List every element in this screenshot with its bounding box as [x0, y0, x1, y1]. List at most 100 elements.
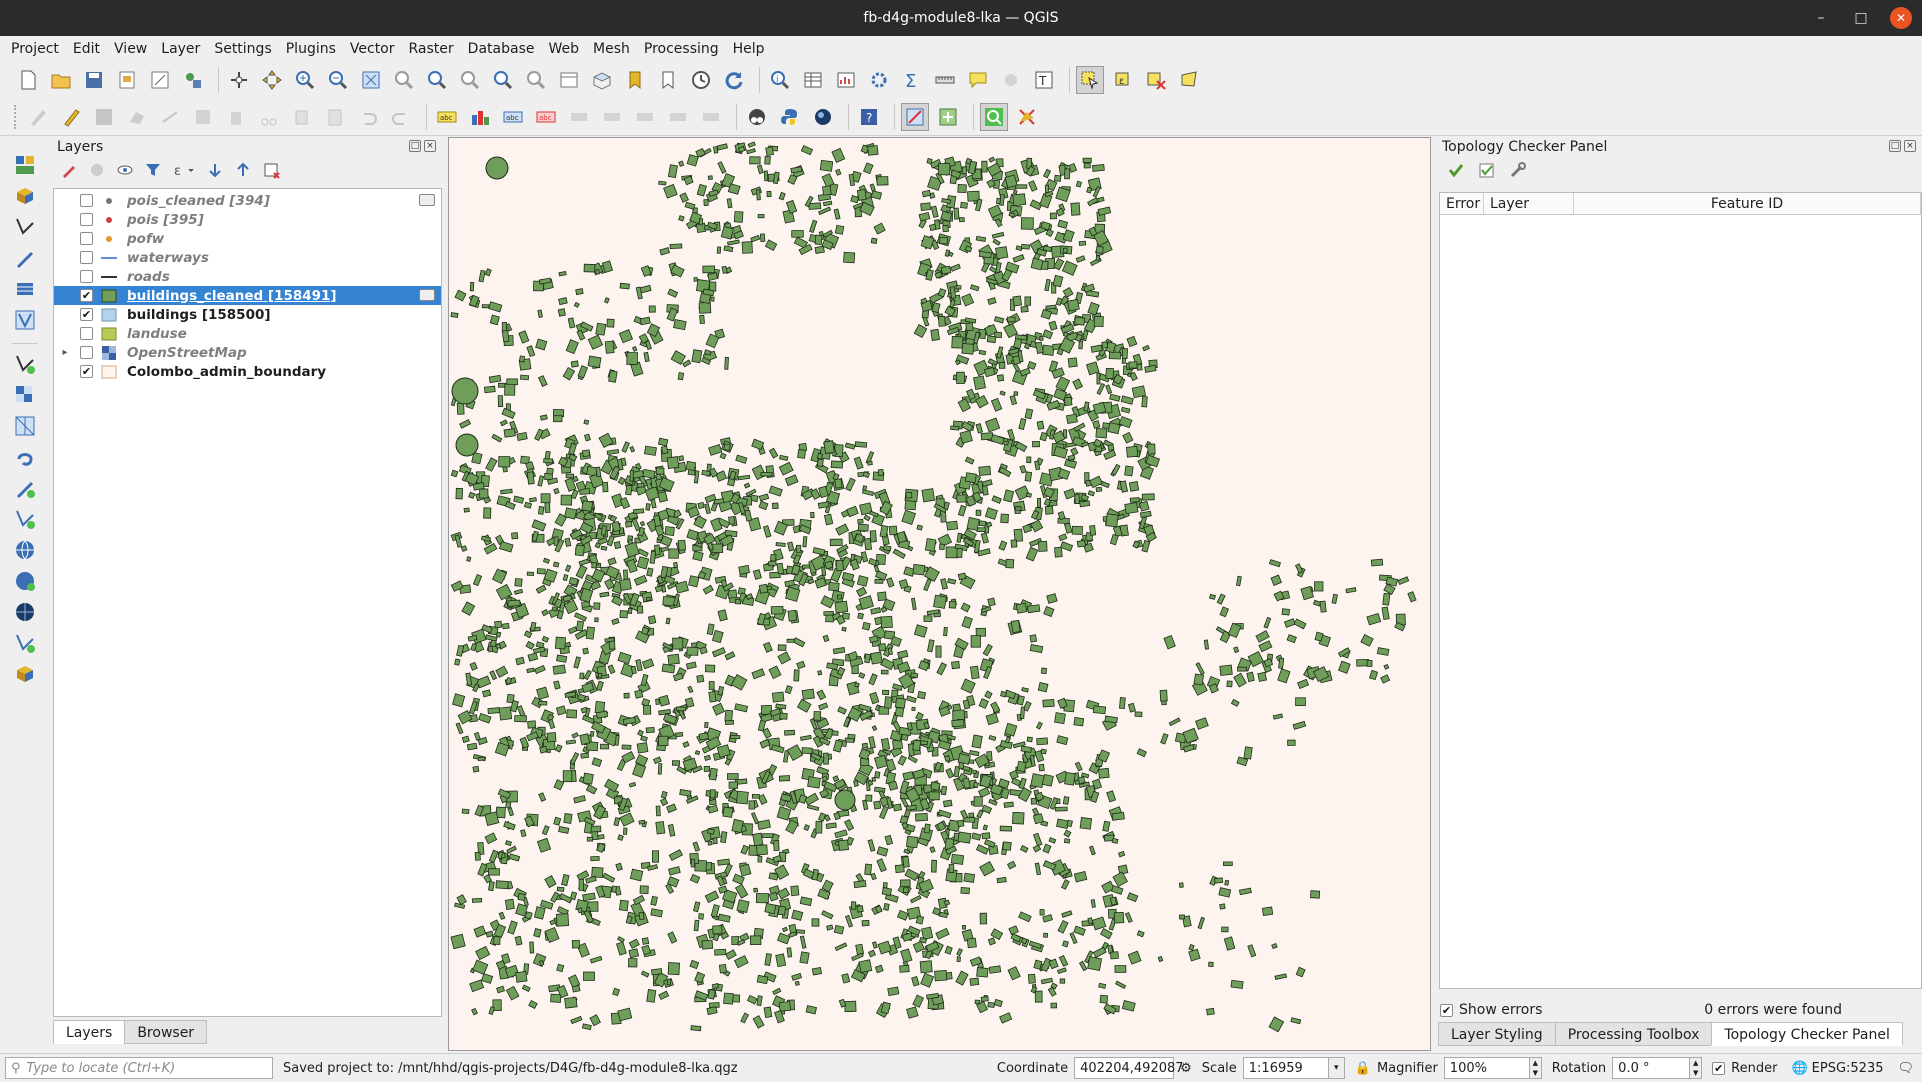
pan-map-icon[interactable]: [225, 66, 253, 94]
current-edits-icon[interactable]: [24, 103, 52, 131]
manage-map-themes-icon[interactable]: [115, 160, 135, 180]
select-features-icon[interactable]: [1076, 66, 1104, 94]
save-edits-icon[interactable]: [90, 103, 118, 131]
zoom-native-icon[interactable]: [456, 66, 484, 94]
tab-topology-checker[interactable]: Topology Checker Panel: [1711, 1022, 1903, 1046]
new-geopackage-layer-icon[interactable]: [11, 182, 39, 210]
validate-all-icon[interactable]: [1446, 160, 1466, 180]
menu-help[interactable]: Help: [726, 36, 772, 62]
add-vector-layer-icon[interactable]: [11, 213, 39, 241]
layer-indicator-icon[interactable]: [419, 194, 435, 206]
lock-scale-icon[interactable]: 🔒: [1355, 1061, 1371, 1076]
column-layer[interactable]: Layer: [1484, 193, 1574, 214]
layer-visibility-checkbox[interactable]: [80, 270, 93, 283]
crs-label[interactable]: EPSG:5235: [1812, 1061, 1884, 1076]
configure-rules-icon[interactable]: [1508, 160, 1528, 180]
temporal-controller-icon[interactable]: [687, 66, 715, 94]
add-vector-tile-icon[interactable]: [11, 629, 39, 657]
layer-visibility-checkbox[interactable]: [80, 251, 93, 264]
new-print-layout-icon[interactable]: [113, 66, 141, 94]
menu-settings[interactable]: Settings: [207, 36, 278, 62]
select-location-icon[interactable]: [1175, 66, 1203, 94]
pan-to-selection-icon[interactable]: [258, 66, 286, 94]
scale-field[interactable]: 1:16959: [1242, 1057, 1329, 1079]
label-toolbar-icon[interactable]: abc: [433, 103, 461, 131]
map-tips-icon[interactable]: [964, 66, 992, 94]
messages-icon[interactable]: 🗨: [1897, 1061, 1914, 1076]
geometry-checker-icon[interactable]: [1013, 103, 1041, 131]
zoom-out-icon[interactable]: [324, 66, 352, 94]
label-properties-icon[interactable]: [697, 103, 725, 131]
vertex-tool-icon[interactable]: [156, 103, 184, 131]
topology-checker-icon[interactable]: [980, 102, 1008, 131]
layer-row[interactable]: pofw: [54, 229, 441, 248]
zoom-to-layer-icon[interactable]: [423, 66, 451, 94]
rotate-label-icon[interactable]: [631, 103, 659, 131]
add-delimited-text-icon[interactable]: [11, 244, 39, 272]
toggle-extents-icon[interactable]: ⚙: [1180, 1061, 1192, 1076]
paste-features-icon[interactable]: [321, 103, 349, 131]
menu-database[interactable]: Database: [461, 36, 542, 62]
menu-edit[interactable]: Edit: [66, 36, 107, 62]
minimize-button[interactable]: –: [1810, 7, 1832, 29]
expand-all-icon[interactable]: [205, 160, 225, 180]
new-bookmark-icon[interactable]: [621, 66, 649, 94]
rotation-spinner[interactable]: ▲ ▼: [1690, 1057, 1703, 1079]
zoom-next-icon[interactable]: [522, 66, 550, 94]
float-panel-icon[interactable]: □: [409, 140, 421, 152]
menu-web[interactable]: Web: [541, 36, 586, 62]
close-button[interactable]: ✕: [1890, 7, 1912, 29]
add-postgis-icon[interactable]: [11, 443, 39, 471]
georeferencer-icon[interactable]: [934, 103, 962, 131]
show-errors-checkbox[interactable]: ✔: [1440, 1003, 1453, 1017]
render-checkbox[interactable]: ✔: [1712, 1061, 1726, 1075]
refresh-icon[interactable]: [720, 66, 748, 94]
move-label-icon[interactable]: [598, 103, 626, 131]
add-spatialite-icon[interactable]: [11, 275, 39, 303]
highlight-pinned-labels-icon[interactable]: abc: [499, 103, 527, 131]
layer-row[interactable]: pois [395]: [54, 210, 441, 229]
show-hide-labels-icon[interactable]: [565, 103, 593, 131]
menu-project[interactable]: Project: [4, 36, 66, 62]
float-panel-icon[interactable]: □: [1889, 140, 1901, 152]
field-calculator-icon[interactable]: Σ: [898, 66, 926, 94]
new-map-view-icon[interactable]: [555, 66, 583, 94]
processing-toolbox-icon[interactable]: [865, 66, 893, 94]
layout-manager-icon[interactable]: [146, 66, 174, 94]
statistics-icon[interactable]: [832, 66, 860, 94]
menu-layer[interactable]: Layer: [154, 36, 207, 62]
zoom-full-icon[interactable]: [357, 66, 385, 94]
layer-visibility-checkbox[interactable]: [80, 194, 93, 207]
crs-globe-icon[interactable]: 🌐: [1791, 1061, 1807, 1076]
add-raster-layer-icon[interactable]: [11, 381, 39, 409]
close-panel-icon[interactable]: ×: [1904, 140, 1916, 152]
map-canvas[interactable]: [448, 137, 1431, 1051]
menu-vector[interactable]: Vector: [343, 36, 402, 62]
attribute-table-icon[interactable]: [799, 66, 827, 94]
metasearch-icon[interactable]: [809, 103, 837, 131]
tab-browser[interactable]: Browser: [124, 1020, 208, 1044]
diagram-options-icon[interactable]: [466, 103, 494, 131]
menu-processing[interactable]: Processing: [637, 36, 726, 62]
layer-row-selected[interactable]: ✔ buildings_cleaned [158491]: [54, 286, 441, 305]
pin-labels-icon[interactable]: abc: [532, 103, 560, 131]
menu-raster[interactable]: Raster: [402, 36, 461, 62]
deselect-all-icon[interactable]: [1142, 66, 1170, 94]
collapse-all-icon[interactable]: [233, 160, 253, 180]
new-3d-map-view-icon[interactable]: [588, 66, 616, 94]
add-delimited-layer-icon[interactable]: [11, 505, 39, 533]
layer-visibility-checkbox[interactable]: [80, 232, 93, 245]
toolbar-grip[interactable]: [14, 104, 18, 129]
add-layer-more-icon[interactable]: [11, 660, 39, 688]
add-feature-icon[interactable]: [123, 103, 151, 131]
tab-layers[interactable]: Layers: [53, 1020, 126, 1044]
column-feature-id[interactable]: Feature ID: [1574, 193, 1921, 214]
save-project-icon[interactable]: [80, 66, 108, 94]
layer-visibility-checkbox[interactable]: [80, 346, 93, 359]
add-xyz-icon[interactable]: [11, 598, 39, 626]
column-error[interactable]: Error: [1440, 193, 1484, 214]
snapping-icon[interactable]: [901, 102, 929, 131]
coordinate-field[interactable]: 402204,492087: [1074, 1057, 1184, 1079]
copy-features-icon[interactable]: [288, 103, 316, 131]
layer-visibility-checkbox[interactable]: ✔: [80, 365, 93, 378]
